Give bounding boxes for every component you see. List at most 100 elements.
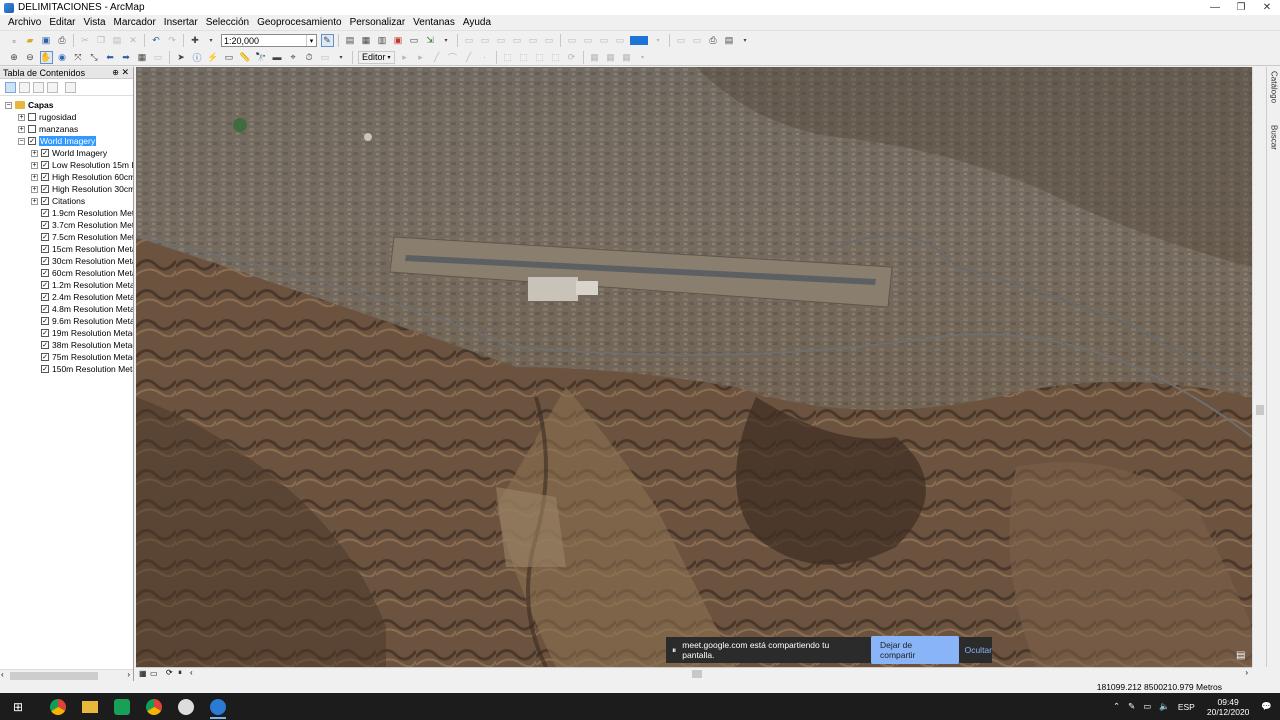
add-data-icon[interactable]: ✚ [189,34,202,47]
layout-tool-icon[interactable]: ▭ [479,34,492,47]
expand-icon[interactable]: + [31,149,38,157]
python-window-icon[interactable]: ▭ [408,34,421,47]
layout-tool-icon[interactable]: ▭ [543,34,556,47]
layer-visibility-checkbox[interactable]: ✓ [28,137,36,145]
measure-icon[interactable]: 📏 [239,51,252,64]
pin-icon[interactable]: ⊕ [112,68,119,77]
list-by-source-icon[interactable] [18,81,30,93]
clear-selection-icon[interactable]: ▭ [152,51,165,64]
find-icon[interactable]: 🔭 [255,51,268,64]
redo-icon[interactable]: ↷ [166,34,179,47]
fill-color-swatch[interactable] [630,36,648,45]
undo-icon[interactable]: ↶ [150,34,163,47]
menu-item-selecci-n[interactable]: Selección [202,17,253,28]
layer-visibility-checkbox[interactable] [28,113,36,121]
copy-icon[interactable]: ❐ [95,34,108,47]
zoom-out-icon[interactable]: ⊖ [24,51,37,64]
layer-visibility-checkbox[interactable]: ✓ [41,317,49,325]
expand-icon[interactable]: + [31,197,38,205]
minimize-button[interactable]: — [1202,0,1228,15]
back-icon[interactable]: ⬅ [104,51,117,64]
fixed-zoom-in-icon[interactable]: ⤧ [72,51,85,64]
layout-tool-icon[interactable]: ▭ [511,34,524,47]
layer-row[interactable]: + rugosidad [18,111,76,123]
identify-icon[interactable]: ⓘ [191,51,204,64]
layer-row[interactable]: ✓ 150m Resolution Meta [31,363,133,375]
pan-icon[interactable]: ✋ [39,50,53,64]
language-indicator[interactable]: ESP [1178,702,1195,712]
layer-row[interactable]: ✓ 75m Resolution Metad [31,351,133,363]
zoom-in-icon[interactable]: ⊕ [8,51,21,64]
layer-visibility-checkbox[interactable]: ✓ [41,353,49,361]
time-slider-icon[interactable]: ⏱ [303,51,316,64]
dropdown-arrow-icon[interactable]: ▾ [636,51,649,64]
chevron-down-icon[interactable]: ▾ [306,35,316,46]
menu-item-geoprocesamiento[interactable]: Geoprocesamiento [253,17,346,28]
layout-view-icon[interactable]: ▭ [150,669,158,678]
html-popup-icon[interactable]: ▭ [223,51,236,64]
new-document-icon[interactable]: ▫ [8,34,21,47]
layer-visibility-checkbox[interactable]: ✓ [41,305,49,313]
maximize-button[interactable]: ❐ [1228,0,1254,15]
map-scale-input[interactable]: 1:20,000 ▾ [221,34,317,47]
layer-visibility-checkbox[interactable] [28,125,36,133]
expand-icon[interactable]: + [18,125,25,133]
refresh-icon[interactable]: ⟳ [166,668,173,677]
search-tab[interactable]: Buscar [1268,125,1280,165]
toc-window-icon[interactable]: ▤ [344,34,357,47]
model-builder-icon[interactable]: ⇲ [424,34,437,47]
pen-icon[interactable]: ✎ [1128,701,1135,712]
endpoint-arc-icon[interactable]: ⌒ [446,51,459,64]
editor-menu-button[interactable]: Editor ▾ [358,50,395,64]
disk-app-icon[interactable] [174,695,198,719]
edit-annotation-icon[interactable]: ▸ [414,51,427,64]
layer-visibility-checkbox[interactable]: ✓ [41,269,49,277]
chevron-up-icon[interactable]: ⌃ [1113,701,1120,712]
expand-icon[interactable]: + [31,185,38,193]
layer-visibility-checkbox[interactable]: ✓ [41,245,49,253]
scroll-right-icon[interactable]: › [1245,668,1248,677]
forward-icon[interactable]: ➡ [120,51,133,64]
layer-visibility-checkbox[interactable]: ✓ [41,293,49,301]
map-horizontal-scrollbar[interactable]: ▦ ▭ ⟳ ⏸ ‹ › [136,667,1252,679]
tree-root[interactable]: − Capas [5,99,54,111]
layer-row[interactable]: + ✓ High Resolution 30cm [31,183,133,195]
layer-row[interactable]: ✓ 60cm Resolution Meta [31,267,133,279]
clock[interactable]: 09:49 20/12/2020 [1207,697,1250,717]
print-icon[interactable]: ⎙ [56,34,69,47]
collapse-icon[interactable]: − [5,101,12,109]
layer-row[interactable]: + ✓ World Imagery [31,147,107,159]
scroll-left-icon[interactable]: ‹ [1,670,4,679]
layer-row[interactable]: ✓ 7.5cm Resolution Met [31,231,133,243]
layer-visibility-checkbox[interactable]: ✓ [41,149,49,157]
delete-icon[interactable]: ✕ [127,34,140,47]
dropdown-arrow-icon[interactable]: ▾ [335,51,348,64]
close-button[interactable]: ✕ [1254,0,1280,15]
hide-button[interactable]: Ocultar [965,645,992,655]
create-features-icon[interactable]: ▦ [620,51,633,64]
split-icon[interactable]: ⬚ [549,51,562,64]
paste-icon[interactable]: ▤ [111,34,124,47]
point-icon[interactable]: · [478,51,491,64]
attributes-icon[interactable]: ▦ [588,51,601,64]
layer-row[interactable]: ✓ 19m Resolution Metad [31,327,133,339]
layer-row[interactable]: ✓ 9.6m Resolution Meta [31,315,133,327]
edit-vertices-icon[interactable]: ⬚ [501,51,514,64]
layer-visibility-checkbox[interactable]: ✓ [41,173,49,181]
layer-row[interactable]: ✓ 30cm Resolution Meta [31,255,133,267]
fixed-zoom-out-icon[interactable]: ⤡ [88,51,101,64]
layer-row[interactable]: ✓ 4.8m Resolution Meta [31,303,133,315]
dropdown-arrow-icon[interactable]: ▾ [652,34,665,47]
layer-row[interactable]: + manzanas [18,123,78,135]
full-extent-icon[interactable]: ◉ [56,51,69,64]
viewer-window-icon[interactable]: ▭ [319,51,332,64]
layer-visibility-checkbox[interactable]: ✓ [41,185,49,193]
select-features-icon[interactable]: ▦ [136,51,149,64]
map-tips-icon[interactable]: ▤ [1236,650,1245,661]
chrome-icon[interactable] [142,695,166,719]
menu-item-vista[interactable]: Vista [79,17,109,28]
layout-tool-icon[interactable]: ▭ [495,34,508,47]
scrollbar-thumb[interactable] [692,670,702,678]
layer-row[interactable]: ✓ 1.2m Resolution Meta [31,279,133,291]
find-route-icon[interactable]: ▬ [271,51,284,64]
